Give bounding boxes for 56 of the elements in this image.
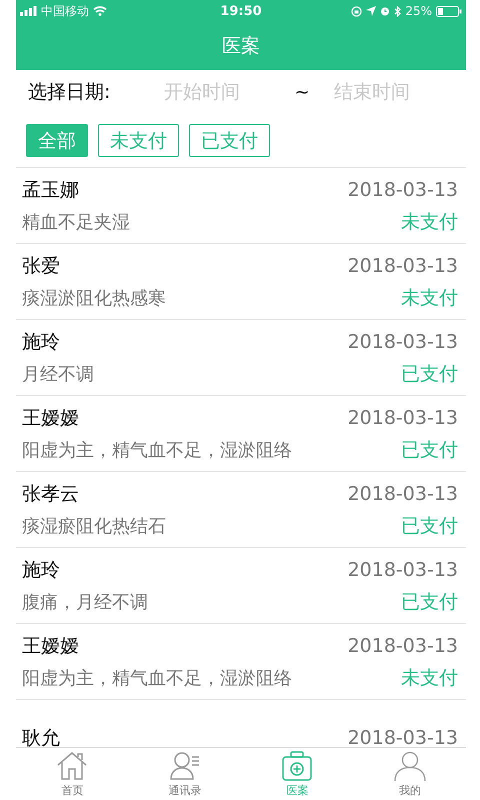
diagnosis-text: 阳虚为主，精气血不足，湿淤阻络 xyxy=(22,666,292,690)
patient-name: 王嫒嫒 xyxy=(22,634,79,658)
diagnosis-text: 月经不调 xyxy=(22,362,94,386)
signal-icon xyxy=(20,6,37,16)
payment-status: 未支付 xyxy=(401,210,458,234)
house-icon xyxy=(56,750,88,780)
patient-name: 张爱 xyxy=(22,254,60,278)
payment-status: 未支付 xyxy=(401,286,458,310)
clock-time: 19:50 xyxy=(220,4,262,18)
payment-status: 已支付 xyxy=(401,514,458,538)
record-date: 2018-03-13 xyxy=(348,178,458,200)
patient-name: 王嫒嫒 xyxy=(22,406,79,430)
tab-bar-item[interactable]: 我的 xyxy=(354,748,466,800)
tab-bar-item[interactable]: 通讯录 xyxy=(128,748,241,800)
diagnosis-text: 痰湿淤阻化热感寒 xyxy=(22,286,166,310)
person-list-icon xyxy=(168,750,201,780)
record-row[interactable]: 张孝云 2018-03-13 痰湿瘀阻化热结石 已支付 xyxy=(16,472,466,548)
page-title: 医案 xyxy=(222,34,260,59)
payment-status: 已支付 xyxy=(401,438,458,462)
payment-status: 已支付 xyxy=(401,362,458,386)
patient-name: 施玲 xyxy=(22,558,60,582)
payment-status: 未支付 xyxy=(401,666,458,690)
patient-name: 张孝云 xyxy=(22,482,79,506)
location-arrow-icon xyxy=(366,6,376,16)
diagnosis-text: 痰湿瘀阻化热结石 xyxy=(22,514,166,538)
range-separator: ~ xyxy=(293,82,311,102)
medical-case-icon xyxy=(281,750,314,780)
patient-name: 施玲 xyxy=(22,330,60,354)
record-date: 2018-03-13 xyxy=(348,634,458,656)
record-date: 2018-03-13 xyxy=(348,482,458,504)
battery-icon xyxy=(436,6,462,16)
alarm-clock-icon xyxy=(380,6,390,16)
diagnosis-text: 精血不足夹湿 xyxy=(22,210,130,234)
record-row[interactable]: 施玲 2018-03-13 月经不调 已支付 xyxy=(16,320,466,396)
record-row[interactable]: 孟玉娜 2018-03-13 精血不足夹湿 未支付 xyxy=(16,168,466,244)
record-date: 2018-03-13 xyxy=(348,330,458,352)
battery-percent: 25% xyxy=(405,4,432,18)
record-row[interactable]: 施玲 2018-03-13 腹痛，月经不调 已支付 xyxy=(16,548,466,624)
patient-name: 孟玉娜 xyxy=(22,178,79,202)
wifi-icon xyxy=(93,6,107,16)
record-row[interactable]: 张爱 2018-03-13 痰湿淤阻化热感寒 未支付 xyxy=(16,244,466,320)
carrier-name: 中国移动 xyxy=(41,2,89,20)
diagnosis-text: 阳虚为主，精气血不足，湿淤阻络 xyxy=(22,438,292,462)
payment-status: 已支付 xyxy=(401,590,458,614)
record-date: 2018-03-13 xyxy=(348,726,458,747)
record-date: 2018-03-13 xyxy=(348,558,458,580)
patient-name: 耿允 xyxy=(22,726,60,747)
record-row[interactable]: 王嫒嫒 2018-03-13 阳虚为主，精气血不足，湿淤阻络 已支付 xyxy=(16,396,466,472)
tab-bar-item[interactable]: 首页 xyxy=(16,748,128,800)
record-date: 2018-03-13 xyxy=(348,406,458,428)
record-row[interactable]: 王嫒嫒 2018-03-13 阳虚为主，精气血不足，湿淤阻络 未支付 xyxy=(16,624,466,700)
bluetooth-icon xyxy=(394,6,402,16)
date-label: 选择日期: xyxy=(28,80,112,105)
person-icon xyxy=(394,750,426,780)
record-date: 2018-03-13 xyxy=(348,254,458,276)
diagnosis-text: 腹痛，月经不调 xyxy=(22,590,148,614)
